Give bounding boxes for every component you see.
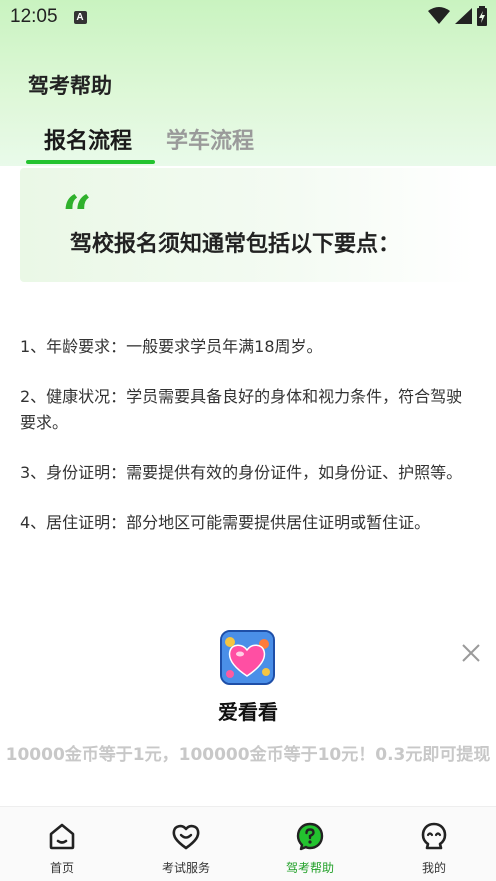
- notification-badge: A: [73, 10, 87, 24]
- ad-app-name: 爱看看: [218, 700, 278, 724]
- nav-item-home[interactable]: 首页: [0, 807, 124, 881]
- active-tab-indicator: [26, 160, 155, 164]
- bottom-navigation: 首页 考试服务 驾考帮助 我的: [0, 806, 496, 881]
- card-heading: 驾校报名须知通常包括以下要点：: [70, 232, 401, 257]
- wifi-icon: [428, 7, 450, 24]
- status-icons: [428, 6, 488, 26]
- requirements-list: 1、年龄要求：一般要求学员年满18周岁。 2、健康状况：学员需要具备良好的身体和…: [20, 334, 474, 560]
- intro-card: “ 驾校报名须知通常包括以下要点：: [20, 168, 476, 282]
- ad-banner[interactable]: 爱看看 10000金币等于1元，100000金币等于10元！0.3元即可提现: [0, 620, 496, 806]
- list-item: 2、健康状况：学员需要具备良好的身体和视力条件，符合驾驶要求。: [20, 387, 463, 432]
- heart-face-icon: [172, 824, 200, 850]
- help-icon: [296, 822, 324, 851]
- signal-icon: [455, 8, 472, 24]
- list-item: 3、身份证明：需要提供有效的身份证件，如身份证、护照等。: [20, 463, 463, 482]
- profile-icon: [421, 822, 447, 850]
- nav-item-mine[interactable]: 我的: [372, 807, 496, 881]
- tab-registration-process[interactable]: 报名流程: [44, 123, 132, 163]
- list-item: 4、居住证明：部分地区可能需要提供居住证明或暂住证。: [20, 513, 431, 532]
- tab-bar: 报名流程 学车流程: [26, 123, 254, 163]
- battery-icon: [477, 6, 487, 26]
- nav-item-driving-help[interactable]: 驾考帮助: [248, 807, 372, 881]
- list-item: 1、年龄要求：一般要求学员年满18周岁。: [20, 337, 323, 356]
- home-icon: [49, 823, 75, 850]
- tab-learning-process[interactable]: 学车流程: [166, 123, 254, 163]
- ad-description: 10000金币等于1元，100000金币等于10元！0.3元即可提现: [5, 745, 491, 765]
- status-time: 12:05: [10, 6, 58, 27]
- nav-label-exam-service: 考试服务: [161, 861, 210, 875]
- nav-label-home: 首页: [49, 861, 74, 875]
- heart-app-icon[interactable]: [220, 630, 275, 685]
- page-title: 驾考帮助: [28, 74, 112, 98]
- status-bar: 12:05 A: [0, 0, 496, 34]
- nav-item-exam-service[interactable]: 考试服务: [124, 807, 248, 881]
- close-icon[interactable]: [460, 642, 482, 664]
- nav-label-driving-help: 驾考帮助: [285, 861, 334, 875]
- nav-label-mine: 我的: [421, 861, 446, 875]
